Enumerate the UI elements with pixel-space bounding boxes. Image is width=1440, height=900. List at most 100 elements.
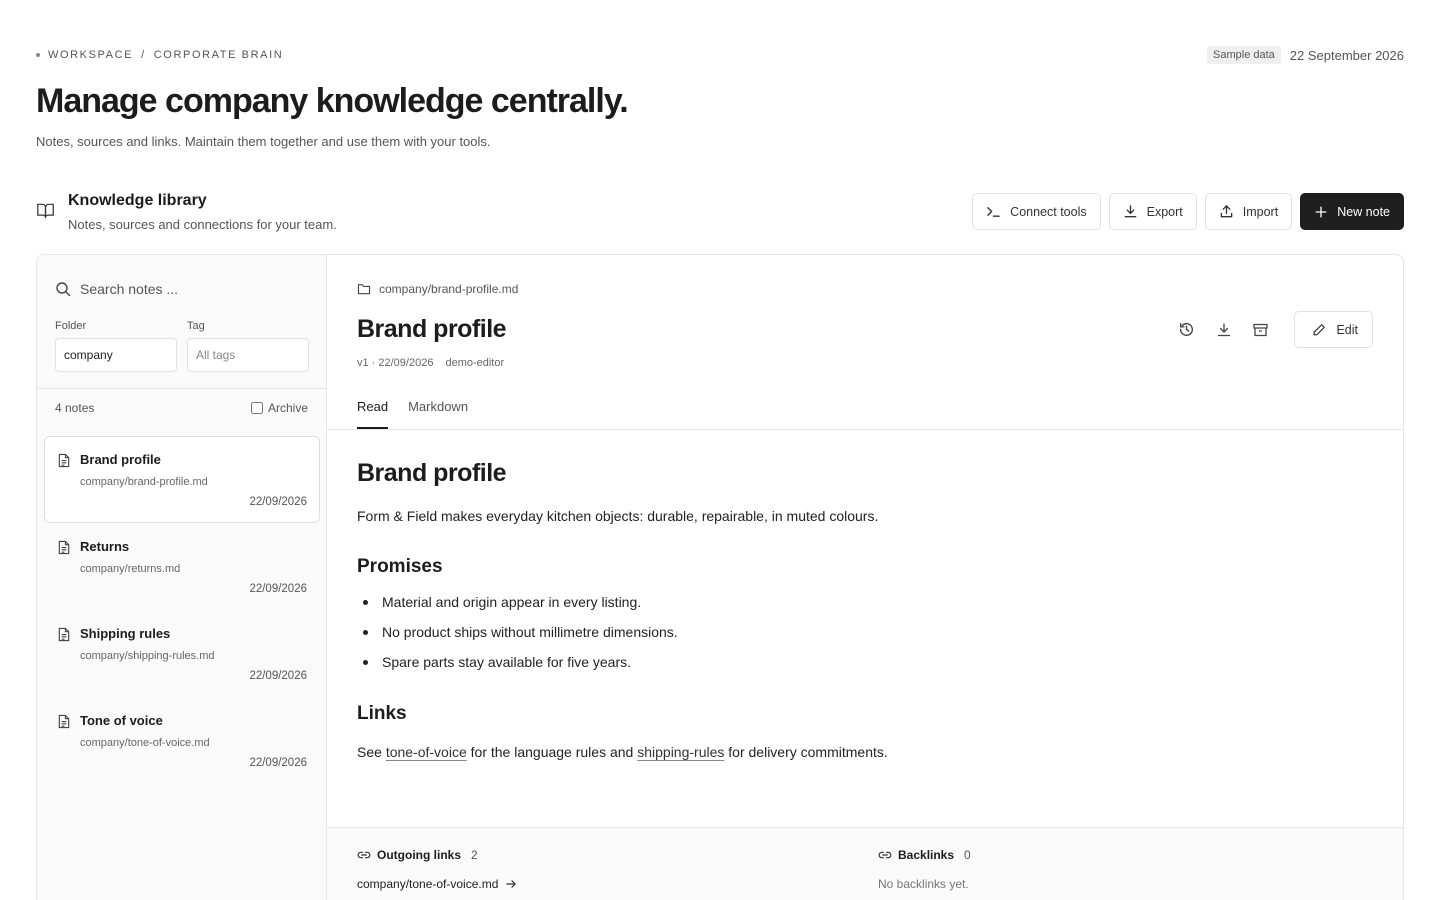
links-paragraph: See tone-of-voice for the language rules… bbox=[357, 744, 1317, 760]
export-button[interactable]: Export bbox=[1108, 193, 1197, 230]
note-date: 22/09/2026 bbox=[249, 670, 307, 682]
pencil-icon bbox=[1309, 320, 1328, 339]
connect-tools-label: Connect tools bbox=[1010, 204, 1087, 219]
note-date: 22/09/2026 bbox=[249, 496, 307, 508]
promise-item: Spare parts stay available for five year… bbox=[357, 653, 1317, 683]
link-icon bbox=[357, 850, 371, 860]
link-shipping-rules[interactable]: shipping-rules bbox=[637, 744, 724, 760]
download-icon[interactable] bbox=[1214, 320, 1233, 339]
promise-item: Material and origin appear in every list… bbox=[357, 593, 1317, 623]
archive-checkbox[interactable] bbox=[250, 402, 263, 414]
note-version: v1 · 22/09/2026 bbox=[357, 357, 434, 369]
connect-tools-button[interactable]: Connect tools bbox=[972, 193, 1101, 230]
backlinks-section: Backlinks 0 No backlinks yet. bbox=[878, 848, 971, 891]
note-meta: v1 · 22/09/2026 demo-editor bbox=[357, 357, 504, 369]
terminal-icon bbox=[986, 204, 1001, 219]
note-title: Tone of voice bbox=[80, 713, 163, 728]
backlinks-header: Backlinks 0 bbox=[878, 848, 971, 862]
backlinks-count: 0 bbox=[964, 848, 971, 862]
note-list: Brand profile company/brand-profile.md 2… bbox=[44, 436, 320, 784]
breadcrumb-workspace[interactable]: WORKSPACE bbox=[48, 49, 133, 61]
current-date: 22 September 2026 bbox=[1289, 47, 1404, 63]
library-panel: Search notes ... Folder company Tag All … bbox=[36, 254, 1404, 900]
note-title: Returns bbox=[80, 539, 130, 554]
note-title: Shipping rules bbox=[80, 626, 171, 641]
sample-data-badge: Sample data bbox=[1207, 46, 1281, 64]
outgoing-link-path: company/tone-of-voice.md bbox=[357, 877, 499, 891]
tag-select[interactable]: All tags bbox=[187, 338, 309, 372]
tabs-divider bbox=[327, 429, 1403, 430]
download-icon bbox=[1123, 204, 1138, 219]
breadcrumb-dot bbox=[36, 53, 40, 57]
view-tabs: Read Markdown bbox=[357, 399, 468, 429]
outgoing-links-label: Outgoing links bbox=[377, 848, 461, 862]
new-note-label: New note bbox=[1337, 204, 1390, 219]
article-heading: Brand profile bbox=[357, 459, 507, 487]
library-subtitle: Notes, sources and connections for your … bbox=[68, 217, 337, 232]
library-text: Knowledge library Notes, sources and con… bbox=[68, 190, 337, 232]
breadcrumb-section: CORPORATE BRAIN bbox=[153, 49, 284, 61]
tab-markdown[interactable]: Markdown bbox=[408, 399, 468, 429]
list-item[interactable]: Tone of voice company/tone-of-voice.md 2… bbox=[44, 697, 320, 784]
archive-icon[interactable] bbox=[1251, 320, 1270, 339]
note-toolbar: Edit bbox=[1177, 311, 1373, 348]
search-placeholder: Search notes ... bbox=[80, 281, 179, 297]
outgoing-link-item[interactable]: company/tone-of-voice.md bbox=[357, 877, 517, 891]
file-text-icon bbox=[57, 540, 71, 555]
note-title-heading: Brand profile bbox=[357, 315, 507, 343]
tag-placeholder: All tags bbox=[196, 348, 236, 362]
file-text-icon bbox=[57, 714, 71, 729]
note-author: demo-editor bbox=[445, 357, 505, 369]
notes-count: 4 notes bbox=[55, 401, 95, 415]
breadcrumb-separator: / bbox=[141, 49, 146, 61]
note-date: 22/09/2026 bbox=[249, 757, 307, 769]
promises-heading: Promises bbox=[357, 556, 443, 577]
file-path: company/brand-profile.md bbox=[357, 282, 518, 296]
tab-read[interactable]: Read bbox=[357, 399, 389, 429]
page-title: Manage company knowledge centrally. bbox=[36, 82, 629, 120]
library-heading: Knowledge library Notes, sources and con… bbox=[36, 190, 337, 232]
backlinks-label: Backlinks bbox=[898, 848, 955, 862]
links-text-see: See bbox=[357, 744, 382, 760]
folder-label: Folder bbox=[55, 320, 87, 332]
import-label: Import bbox=[1242, 204, 1279, 219]
edit-label: Edit bbox=[1336, 322, 1358, 337]
list-item[interactable]: Shipping rules company/shipping-rules.md… bbox=[44, 610, 320, 697]
list-item[interactable]: Returns company/returns.md 22/09/2026 bbox=[44, 523, 320, 610]
links-text-mid: for the language rules and bbox=[470, 744, 634, 760]
library-actions: Connect tools Export Import New note bbox=[972, 193, 1404, 230]
note-date: 22/09/2026 bbox=[249, 583, 307, 595]
plus-icon bbox=[1314, 205, 1328, 219]
export-label: Export bbox=[1146, 204, 1183, 219]
top-bar: WORKSPACE / CORPORATE BRAIN Sample data … bbox=[36, 46, 1404, 64]
note-path: company/returns.md bbox=[80, 563, 181, 575]
folder-icon bbox=[357, 283, 371, 295]
note-content: company/brand-profile.md Brand profile v… bbox=[327, 255, 1403, 900]
search-input[interactable]: Search notes ... bbox=[55, 281, 178, 297]
arrow-right-icon bbox=[506, 879, 517, 889]
import-button[interactable]: Import bbox=[1204, 193, 1293, 230]
links-heading: Links bbox=[357, 703, 407, 724]
library-title: Knowledge library bbox=[68, 192, 207, 209]
archive-toggle[interactable]: Archive bbox=[250, 401, 308, 415]
links-text-end: for delivery commitments. bbox=[728, 744, 888, 760]
new-note-button[interactable]: New note bbox=[1300, 193, 1404, 230]
history-icon[interactable] bbox=[1177, 320, 1196, 339]
top-bar-right: Sample data 22 September 2026 bbox=[1207, 46, 1404, 64]
note-path: company/shipping-rules.md bbox=[80, 650, 215, 662]
notes-sidebar: Search notes ... Folder company Tag All … bbox=[37, 255, 327, 900]
link-icon bbox=[878, 850, 892, 860]
list-item[interactable]: Brand profile company/brand-profile.md 2… bbox=[44, 436, 320, 523]
link-tone-of-voice[interactable]: tone-of-voice bbox=[386, 744, 467, 760]
note-path: company/brand-profile.md bbox=[80, 476, 208, 488]
note-title: Brand profile bbox=[80, 452, 161, 467]
outgoing-links-count: 2 bbox=[471, 848, 478, 862]
promises-list: Material and origin appear in every list… bbox=[357, 593, 1317, 683]
links-footer: Outgoing links 2 company/tone-of-voice.m… bbox=[327, 827, 1403, 900]
note-body: Brand profile Form & Field makes everyda… bbox=[357, 459, 1317, 760]
backlinks-empty: No backlinks yet. bbox=[878, 877, 969, 891]
edit-button[interactable]: Edit bbox=[1294, 311, 1373, 348]
folder-select[interactable]: company bbox=[55, 338, 177, 372]
page-subtitle: Notes, sources and links. Maintain them … bbox=[36, 134, 491, 149]
book-open-icon bbox=[36, 202, 55, 219]
